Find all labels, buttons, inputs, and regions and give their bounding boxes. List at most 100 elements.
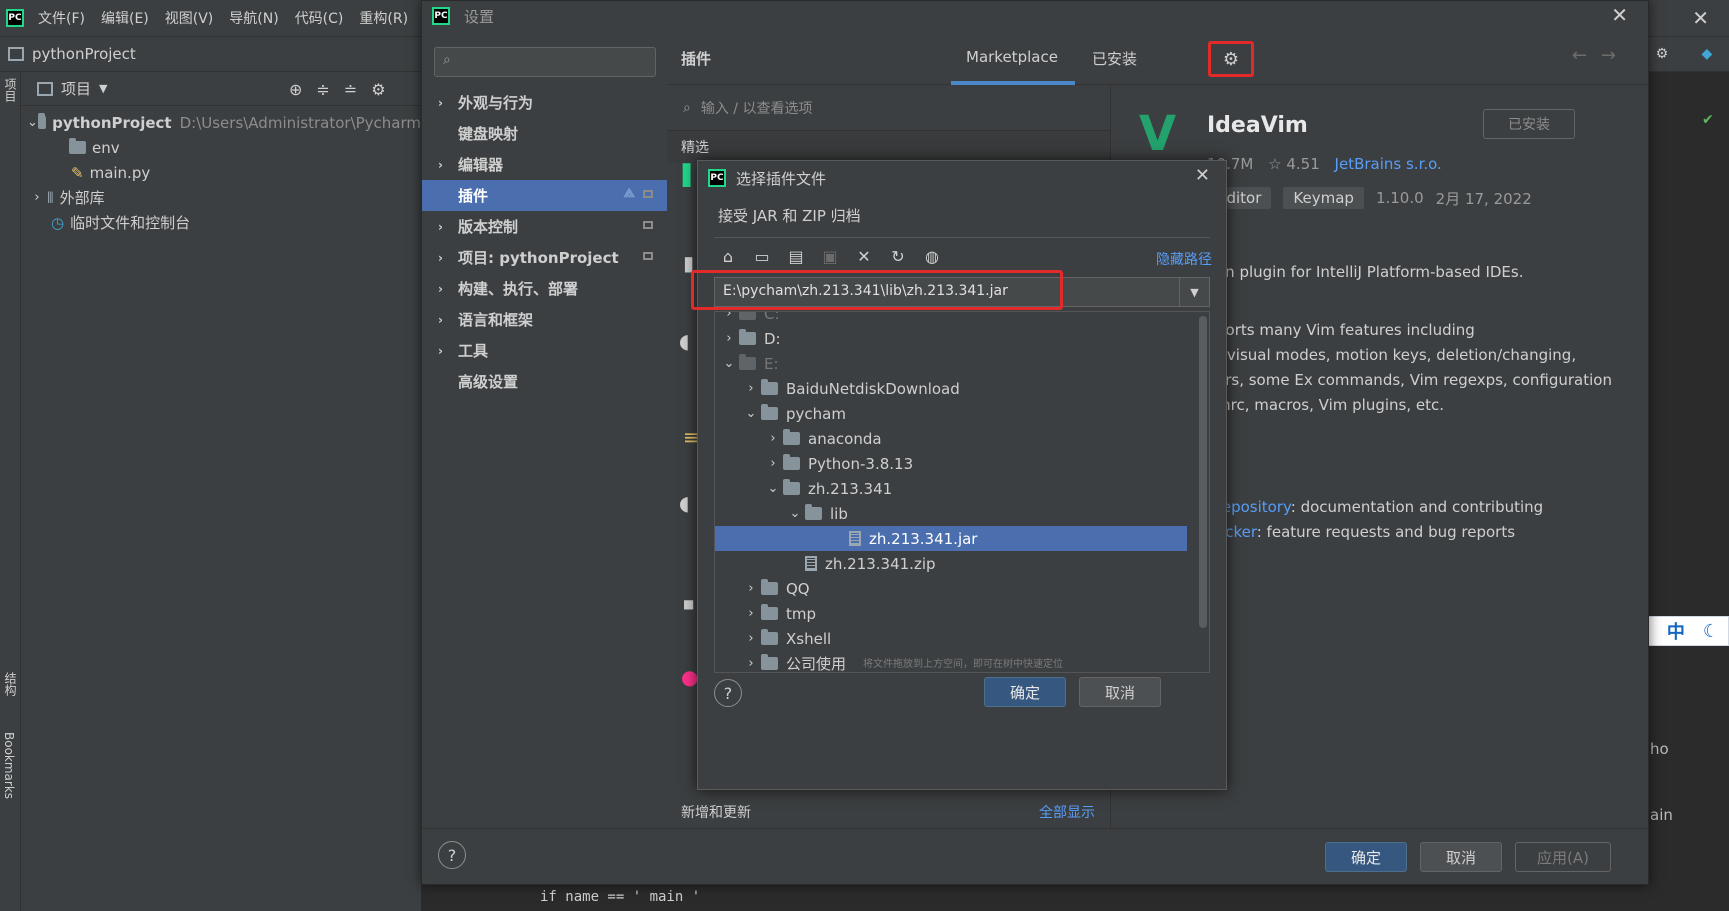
chevron-right-icon[interactable]: › [719, 331, 739, 346]
tag-keymap[interactable]: Keymap [1283, 187, 1364, 209]
installed-button[interactable]: 已安装 [1483, 109, 1575, 139]
folder-row[interactable]: ⌄ lib [715, 501, 1187, 526]
tree-row-main-py[interactable]: ✎ main.py [21, 160, 421, 185]
moon-icon[interactable]: ☾ [1703, 621, 1719, 642]
ide-close-icon[interactable]: ✕ [1692, 6, 1709, 30]
settings-apply-button[interactable]: 应用(A) [1515, 842, 1611, 872]
tree-row-root[interactable]: ⌄ pythonProject D:\Users\Administrator\P… [21, 110, 421, 135]
menu-navigate[interactable]: 导航(N) [229, 8, 278, 28]
menu-refactor[interactable]: 重构(R) [359, 8, 408, 28]
settings-nav-languages[interactable]: › 语言和框架 [422, 304, 667, 335]
star-icon: ☆ [1268, 155, 1282, 173]
settings-nav-appearance[interactable]: › 外观与行为 [422, 87, 667, 118]
refresh-icon[interactable]: ↻ [888, 247, 908, 266]
gear-icon[interactable]: ⚙ [1656, 46, 1669, 62]
folder-icon [739, 354, 756, 370]
vendor-link[interactable]: JetBrains s.r.o. [1335, 155, 1442, 173]
chevron-right-icon[interactable]: › [741, 581, 761, 596]
chevron-right-icon[interactable]: › [763, 456, 783, 471]
home-icon[interactable]: ⌂ [718, 247, 738, 266]
chevron-right-icon[interactable]: › [763, 431, 783, 446]
show-hidden-icon[interactable]: ◍ [922, 247, 942, 266]
chevron-right-icon[interactable]: › [719, 312, 739, 321]
file-row[interactable]: zh.213.341.jar [715, 526, 1187, 551]
collapse-all-icon[interactable]: ≐ [344, 80, 357, 99]
folder-row[interactable]: › D: [715, 326, 1187, 351]
project-scope-icon [643, 221, 653, 229]
edge-text: ain [1650, 806, 1673, 824]
chevron-down-icon[interactable]: ▼ [1179, 278, 1209, 306]
settings-nav-build[interactable]: › 构建、执行、部署 [422, 273, 667, 304]
chevron-down-icon[interactable]: ⌄ [763, 481, 783, 496]
chevron-down-icon[interactable]: ⌄ [741, 406, 761, 421]
folder-row[interactable]: › BaiduNetdiskDownload [715, 376, 1187, 401]
tree-row-env[interactable]: env [21, 135, 421, 160]
chooser-cancel-button[interactable]: 取消 [1079, 677, 1161, 707]
file-row[interactable]: zh.213.341.zip [715, 551, 1187, 576]
settings-nav-vcs[interactable]: › 版本控制 [422, 211, 667, 242]
folder-row[interactable]: › Xshell [715, 626, 1187, 651]
delete-icon[interactable]: ✕ [854, 247, 874, 266]
new-folder-icon[interactable]: ▣ [820, 247, 840, 266]
settings-cancel-button[interactable]: 取消 [1420, 842, 1502, 872]
menu-edit[interactable]: 编辑(E) [101, 8, 149, 28]
chooser-ok-button[interactable]: 确定 [984, 677, 1066, 707]
plugin-settings-gear-button[interactable]: ⚙ [1208, 41, 1254, 77]
show-all-link[interactable]: 全部显示 [1039, 802, 1095, 822]
back-forward-arrows[interactable]: ←→ [1572, 45, 1630, 66]
gear-icon: ⚙ [1222, 48, 1240, 70]
folder-row[interactable]: ⌄ pycham [715, 401, 1187, 426]
tab-installed[interactable]: 已安装 [1092, 48, 1137, 69]
desktop-icon[interactable]: ▭ [752, 247, 772, 266]
menu-view[interactable]: 视图(V) [165, 8, 214, 28]
folder-row[interactable]: › QQ [715, 576, 1187, 601]
project-breadcrumb[interactable]: pythonProject [32, 45, 136, 63]
tree-row-scratches[interactable]: ◷ 临时文件和控制台 [21, 210, 421, 235]
folder-row[interactable]: › Python-3.8.13 [715, 451, 1187, 476]
scrollbar[interactable] [1199, 316, 1207, 628]
tab-marketplace[interactable]: Marketplace [966, 48, 1058, 66]
folder-row[interactable]: ⌄ zh.213.341 [715, 476, 1187, 501]
project-panel-title[interactable]: 项目 [61, 78, 91, 99]
chevron-right-icon[interactable]: › [27, 190, 47, 205]
tool-window-project[interactable]: 项目 [2, 78, 19, 102]
close-icon[interactable]: ✕ [1611, 3, 1628, 27]
close-icon[interactable]: ✕ [1195, 165, 1210, 186]
chevron-right-icon[interactable]: › [741, 631, 761, 646]
settings-nav-plugins[interactable]: 插件 ⟁ [422, 180, 667, 211]
ime-mode[interactable]: 中 [1667, 618, 1685, 644]
plugin-status-icon[interactable]: ◆ [1702, 46, 1713, 62]
folder-row[interactable]: › tmp [715, 601, 1187, 626]
folder-row[interactable]: › anaconda [715, 426, 1187, 451]
settings-nav-project[interactable]: › 项目: pythonProject [422, 242, 667, 273]
menu-file[interactable]: 文件(F) [38, 8, 85, 28]
folder-row[interactable]: ⌄ E: [715, 351, 1187, 376]
tool-window-structure[interactable]: 结构 [2, 672, 19, 696]
tool-window-bookmarks[interactable]: Bookmarks [2, 732, 16, 799]
chevron-right-icon[interactable]: › [741, 606, 761, 621]
settings-search-input[interactable]: ⌕ [434, 47, 656, 77]
settings-gear-icon[interactable]: ⚙ [371, 80, 385, 99]
expand-all-icon[interactable]: ≑ [316, 80, 329, 99]
tree-row-external-libs[interactable]: › ⦀ 外部库 [21, 185, 421, 210]
help-button[interactable]: ? [438, 841, 466, 869]
settings-nav-advanced[interactable]: 高级设置 [422, 366, 667, 397]
settings-nav-tools[interactable]: › 工具 [422, 335, 667, 366]
project-folder-icon[interactable]: ▤ [786, 247, 806, 266]
menu-code[interactable]: 代码(C) [295, 8, 344, 28]
settings-nav-keymap[interactable]: 键盘映射 [422, 118, 667, 149]
chevron-down-icon[interactable]: ⌄ [27, 115, 38, 130]
chevron-down-icon[interactable]: ▼ [99, 82, 107, 95]
chevron-down-icon[interactable]: ⌄ [785, 506, 805, 521]
hide-path-link[interactable]: 隐藏路径 [1156, 249, 1212, 269]
settings-ok-button[interactable]: 确定 [1325, 842, 1407, 872]
chevron-down-icon[interactable]: ⌄ [719, 356, 739, 371]
plugin-search-input[interactable]: ⌕ 输入 / 以查看选项 [667, 85, 1110, 131]
locate-icon[interactable]: ⊕ [289, 80, 302, 99]
chevron-right-icon[interactable]: › [741, 381, 761, 396]
folder-row[interactable]: › C: [715, 312, 1187, 326]
repository-link[interactable]: repository [1216, 498, 1291, 516]
settings-nav-editor[interactable]: › 编辑器 [422, 149, 667, 180]
help-button[interactable]: ? [714, 679, 742, 707]
nav-label: 语言和框架 [458, 311, 534, 329]
